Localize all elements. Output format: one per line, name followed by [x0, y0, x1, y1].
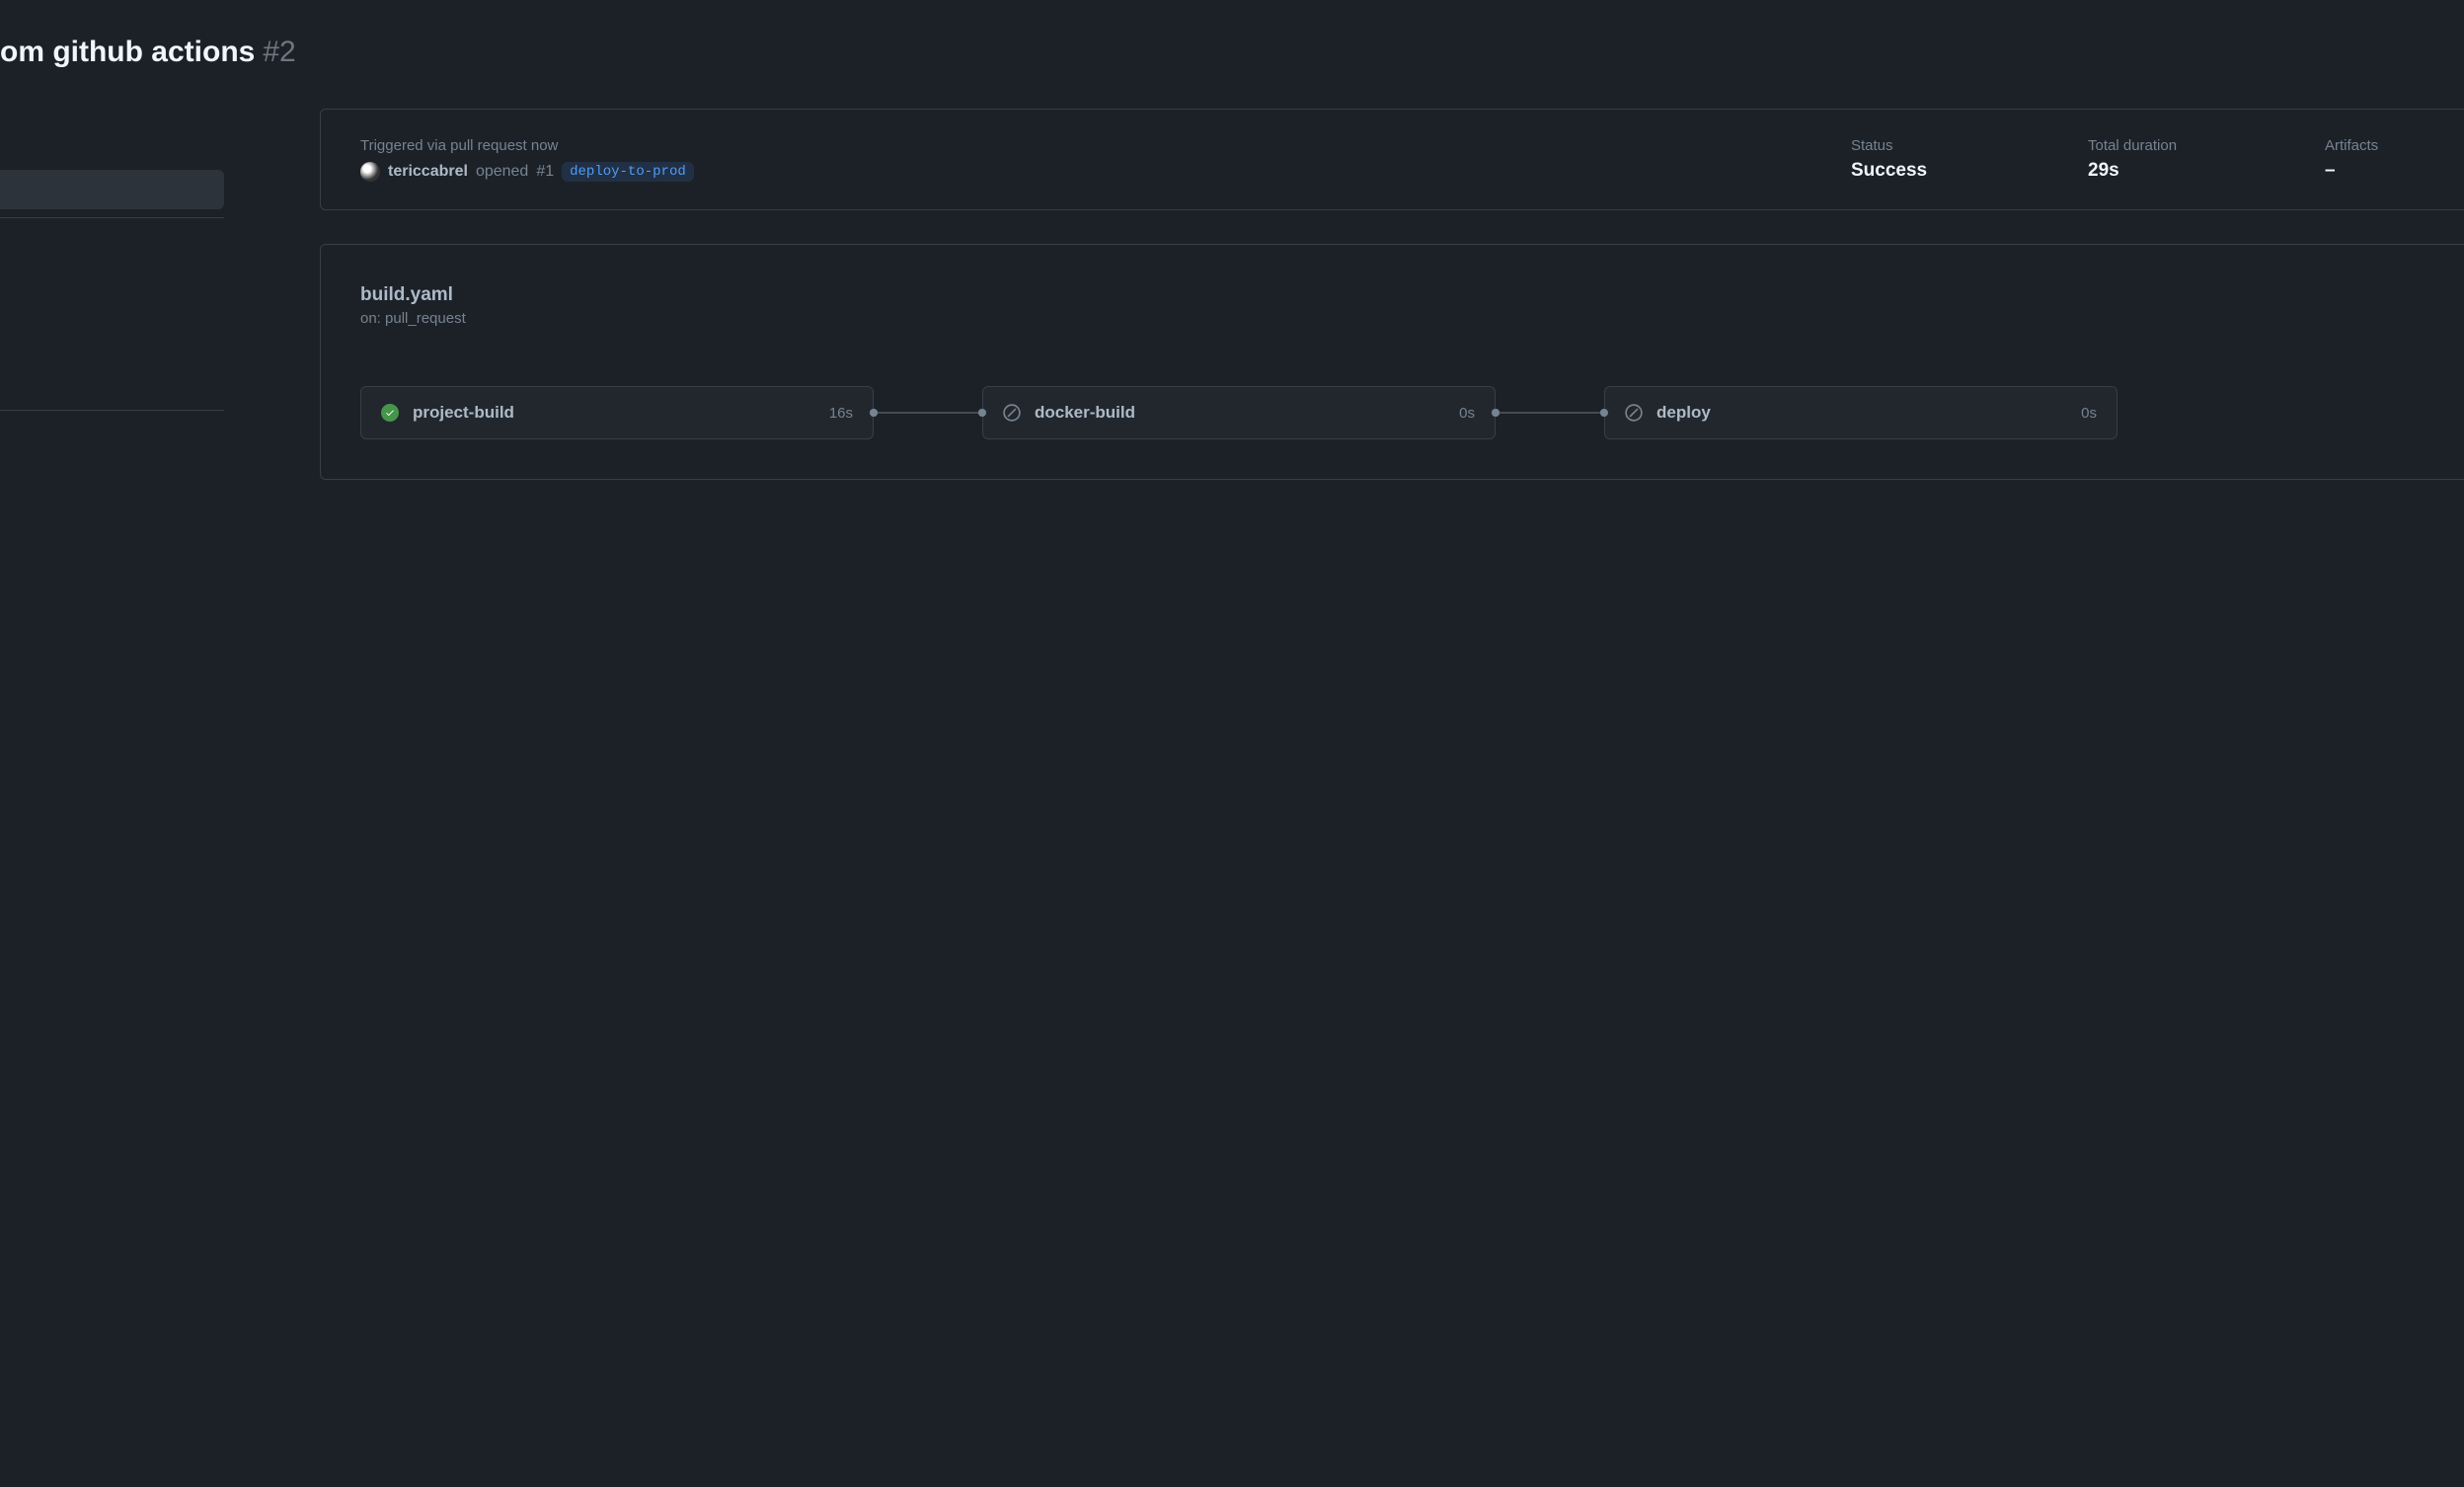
username-link[interactable]: tericcabrel: [388, 163, 468, 181]
page-title-number: #2: [263, 36, 295, 69]
job-name: docker-build: [1035, 403, 1135, 423]
opened-text: opened: [476, 163, 528, 181]
job-connector: [874, 412, 982, 414]
job-name: deploy: [1656, 403, 1711, 423]
job-connector: [1496, 412, 1604, 414]
duration-value: 29s: [2088, 160, 2246, 182]
job-node-docker-build[interactable]: docker-build 0s: [982, 386, 1496, 439]
artifacts-section: Artifacts –: [2325, 137, 2443, 182]
job-duration: 0s: [1459, 405, 1475, 422]
duration-label: Total duration: [2088, 137, 2246, 154]
job-duration: 0s: [2081, 405, 2097, 422]
page-title: om github actions #2: [0, 36, 2464, 69]
sidebar-item-summary[interactable]: [0, 170, 224, 209]
sidebar-item[interactable]: [0, 317, 224, 356]
summary-trigger-section: Triggered via pull request now tericcabr…: [360, 137, 1772, 182]
sidebar-item[interactable]: [0, 226, 224, 266]
skip-circle-icon: [1003, 404, 1021, 422]
status-value: Success: [1851, 160, 2009, 182]
job-node-deploy[interactable]: deploy 0s: [1604, 386, 2118, 439]
pr-number-link[interactable]: #1: [536, 163, 554, 181]
workflow-graph: project-build 16s docker-build 0s: [360, 386, 2443, 439]
sidebar-item[interactable]: [0, 272, 224, 311]
status-section: Status Success: [1851, 137, 2009, 182]
branch-tag[interactable]: deploy-to-prod: [562, 162, 694, 182]
duration-section: Total duration 29s: [2088, 137, 2246, 182]
job-duration: 16s: [829, 405, 853, 422]
check-circle-icon: [381, 404, 399, 422]
artifacts-label: Artifacts: [2325, 137, 2443, 154]
trigger-label: Triggered via pull request now: [360, 137, 1772, 154]
sidebar: [0, 170, 224, 419]
job-node-project-build[interactable]: project-build 16s: [360, 386, 874, 439]
job-name: project-build: [413, 403, 514, 423]
workflow-card: build.yaml on: pull_request project-buil…: [320, 244, 2464, 480]
trigger-details: tericcabrel opened #1 deploy-to-prod: [360, 162, 1772, 182]
connector-dot: [978, 409, 986, 417]
workflow-title: build.yaml: [360, 284, 2443, 306]
sidebar-divider: [0, 410, 224, 411]
skip-circle-icon: [1625, 404, 1643, 422]
avatar[interactable]: [360, 162, 380, 182]
sidebar-divider: [0, 217, 224, 218]
connector-dot: [1600, 409, 1608, 417]
status-label: Status: [1851, 137, 2009, 154]
page-title-text: om github actions: [0, 36, 255, 69]
workflow-subtitle: on: pull_request: [360, 310, 2443, 327]
artifacts-value: –: [2325, 160, 2443, 182]
sidebar-item[interactable]: [0, 362, 224, 402]
summary-card: Triggered via pull request now tericcabr…: [320, 109, 2464, 210]
